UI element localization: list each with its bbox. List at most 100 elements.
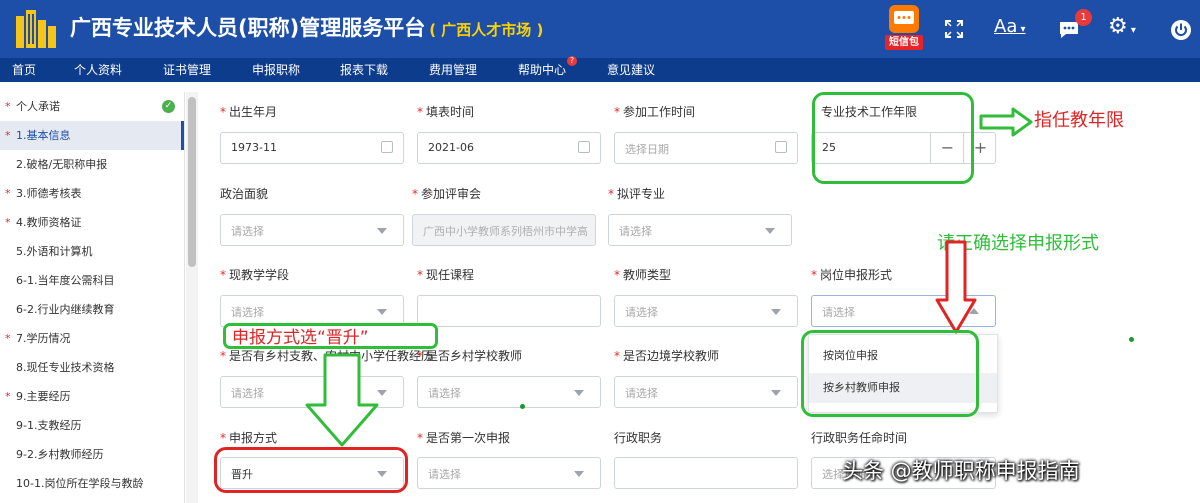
- sidebar-item-support-teaching[interactable]: 9-1.支教经历: [0, 411, 184, 440]
- sidebar-item-language-computer[interactable]: 5.外语和计算机: [0, 237, 184, 266]
- major-select[interactable]: 请选择: [608, 214, 792, 246]
- admin-post-label: 行政职务: [614, 431, 663, 445]
- sidebar-item-exceptional[interactable]: 2.破格/无职称申报: [0, 150, 184, 179]
- marker-dot: [1129, 337, 1134, 342]
- teaching-stage-placeholder: 请选择: [231, 306, 264, 319]
- apply-method-highlight: [214, 447, 408, 493]
- required-marker: *: [5, 100, 11, 113]
- rural-exp-placeholder: 请选择: [231, 387, 264, 400]
- top-header: 广西专业技术人员(职称)管理服务平台( 广西人才市场 ) 短信包 Aa ▾ 1 …: [0, 0, 1200, 58]
- main-nav: 首页 个人资料 证书管理 申报职称 报表下载 费用管理 帮助中心 ? 意见建议: [0, 56, 1200, 82]
- sidebar-item-public-courses[interactable]: 6-1.当年度公需科目: [0, 266, 184, 295]
- method-tip: 申报方式选“晋升”: [223, 323, 438, 349]
- fill-time-value: 2021-06: [428, 141, 474, 154]
- sidebar: * 个人承诺 ✓ * 1.基本信息 2.破格/无职称申报 * 3.师德考核表 *…: [0, 92, 185, 503]
- teacher-type-select[interactable]: 请选择: [614, 295, 798, 327]
- border-teacher-label: * 是否边境学校教师: [614, 349, 720, 363]
- chevron-down-icon: [574, 471, 584, 477]
- teaching-stage-label: * 现教学学段: [220, 268, 290, 282]
- sidebar-item-current-qualification[interactable]: 8.现任专业技术资格: [0, 353, 184, 382]
- nav-certificates[interactable]: 证书管理: [163, 58, 211, 82]
- required-marker: *: [5, 187, 11, 200]
- rural-teacher-placeholder: 请选择: [428, 387, 461, 400]
- nav-home[interactable]: 首页: [12, 58, 36, 82]
- fill-time-field[interactable]: 2021-06: [417, 132, 601, 164]
- sidebar-item-label: 2.破格/无职称申报: [16, 158, 108, 171]
- sidebar-item-commitment[interactable]: * 个人承诺 ✓: [0, 92, 184, 121]
- site-title: 广西专业技术人员(职称)管理服务平台( 广西人才市场 ): [70, 12, 543, 42]
- birth-month-label: * 出生年月: [220, 105, 278, 119]
- admin-post-time-label: 行政职务任命时间: [811, 431, 908, 445]
- post-form-placeholder: 请选择: [822, 306, 855, 319]
- birth-month-field[interactable]: 1973-11: [220, 132, 404, 164]
- sms-package-button[interactable]: 短信包: [885, 5, 923, 51]
- nav-feedback[interactable]: 意见建议: [607, 58, 655, 82]
- review-committee-label: * 参加评审会: [412, 187, 482, 201]
- work-start-placeholder: 选择日期: [625, 143, 669, 156]
- chevron-down-icon: [377, 228, 387, 234]
- calendar-icon: [775, 141, 787, 153]
- logo-icon: [16, 10, 56, 48]
- major-placeholder: 请选择: [619, 225, 652, 238]
- sidebar-item-basic-info[interactable]: * 1.基本信息: [0, 121, 184, 150]
- sidebar-item-education[interactable]: * 7.学历情况: [0, 324, 184, 353]
- fullscreen-icon[interactable]: [944, 19, 964, 39]
- current-course-input[interactable]: [417, 295, 601, 327]
- font-size-button[interactable]: Aa ▾: [994, 14, 1026, 43]
- nav-fees[interactable]: 费用管理: [429, 58, 477, 82]
- check-icon: ✓: [162, 100, 175, 113]
- active-indicator: [181, 121, 184, 150]
- work-start-field[interactable]: 选择日期: [614, 132, 798, 164]
- marker-dot: [520, 404, 525, 409]
- sidebar-item-label: 8.现任专业技术资格: [16, 361, 115, 374]
- required-marker: *: [5, 390, 11, 403]
- gear-icon: ⚙: [1108, 14, 1128, 39]
- birth-month-value: 1973-11: [231, 141, 277, 154]
- sidebar-item-label: 6-1.当年度公需科目: [16, 274, 115, 287]
- sidebar-item-label: 6-2.行业内继续教育: [16, 303, 115, 316]
- sidebar-item-teacher-cert[interactable]: * 4.教师资格证: [0, 208, 184, 237]
- chevron-down-icon: [771, 390, 781, 396]
- sidebar-item-label: 9-2.乡村教师经历: [16, 448, 104, 461]
- sidebar-item-ethics[interactable]: * 3.师德考核表: [0, 179, 184, 208]
- admin-post-input[interactable]: [614, 457, 798, 489]
- border-teacher-select[interactable]: 请选择: [614, 376, 798, 408]
- political-select[interactable]: 请选择: [220, 214, 404, 246]
- font-size-label: Aa: [994, 16, 1018, 37]
- required-marker: *: [5, 216, 11, 229]
- nav-profile[interactable]: 个人资料: [74, 58, 122, 82]
- sidebar-item-label: 4.教师资格证: [16, 216, 82, 229]
- nav-reports[interactable]: 报表下载: [340, 58, 388, 82]
- first-apply-label: * 是否第一次申报: [417, 431, 511, 445]
- nav-help[interactable]: 帮助中心: [518, 58, 566, 82]
- teacher-type-placeholder: 请选择: [625, 306, 658, 319]
- notification-badge: 1: [1075, 9, 1092, 26]
- sidebar-item-label: 1.基本信息: [16, 129, 71, 142]
- arrow-down-icon: [935, 240, 977, 334]
- sidebar-item-label: 9-1.支教经历: [16, 419, 82, 432]
- settings-button[interactable]: ⚙ ▾: [1108, 14, 1136, 44]
- calendar-icon: [381, 141, 393, 153]
- nav-apply-title[interactable]: 申报职称: [252, 58, 300, 82]
- work-start-label: * 参加工作时间: [614, 105, 696, 119]
- sidebar-item-main-experience[interactable]: * 9.主要经历: [0, 382, 184, 411]
- teacher-type-label: * 教师类型: [614, 268, 672, 282]
- sidebar-item-label: 9.主要经历: [16, 390, 71, 403]
- sidebar-scrollbar-thumb[interactable]: [188, 97, 196, 267]
- chevron-down-icon: [765, 228, 775, 234]
- chevron-down-icon: [377, 309, 387, 315]
- first-apply-select[interactable]: 请选择: [417, 457, 601, 489]
- power-icon[interactable]: [1170, 19, 1192, 41]
- sidebar-item-continuing-edu[interactable]: 6-2.行业内继续教育: [0, 295, 184, 324]
- review-committee-field: 广西中小学教师系列梧州市中学高: [412, 214, 596, 246]
- sidebar-item-label: 10-1.岗位所在学段与教龄: [16, 477, 144, 490]
- site-subtitle: ( 广西人才市场 ): [429, 21, 544, 39]
- rural-teacher-label: * 是否乡村学校教师: [417, 349, 523, 363]
- pro-years-highlight: [812, 92, 974, 184]
- rural-teacher-select[interactable]: 请选择: [417, 376, 601, 408]
- sidebar-item-post-stage[interactable]: 10-1.岗位所在学段与教龄: [0, 469, 184, 498]
- post-form-label: * 岗位申报形式: [811, 268, 893, 282]
- sidebar-item-rural-teacher[interactable]: 9-2.乡村教师经历: [0, 440, 184, 469]
- arrow-right-icon: [979, 107, 1033, 137]
- dropdown-highlight: [801, 330, 979, 417]
